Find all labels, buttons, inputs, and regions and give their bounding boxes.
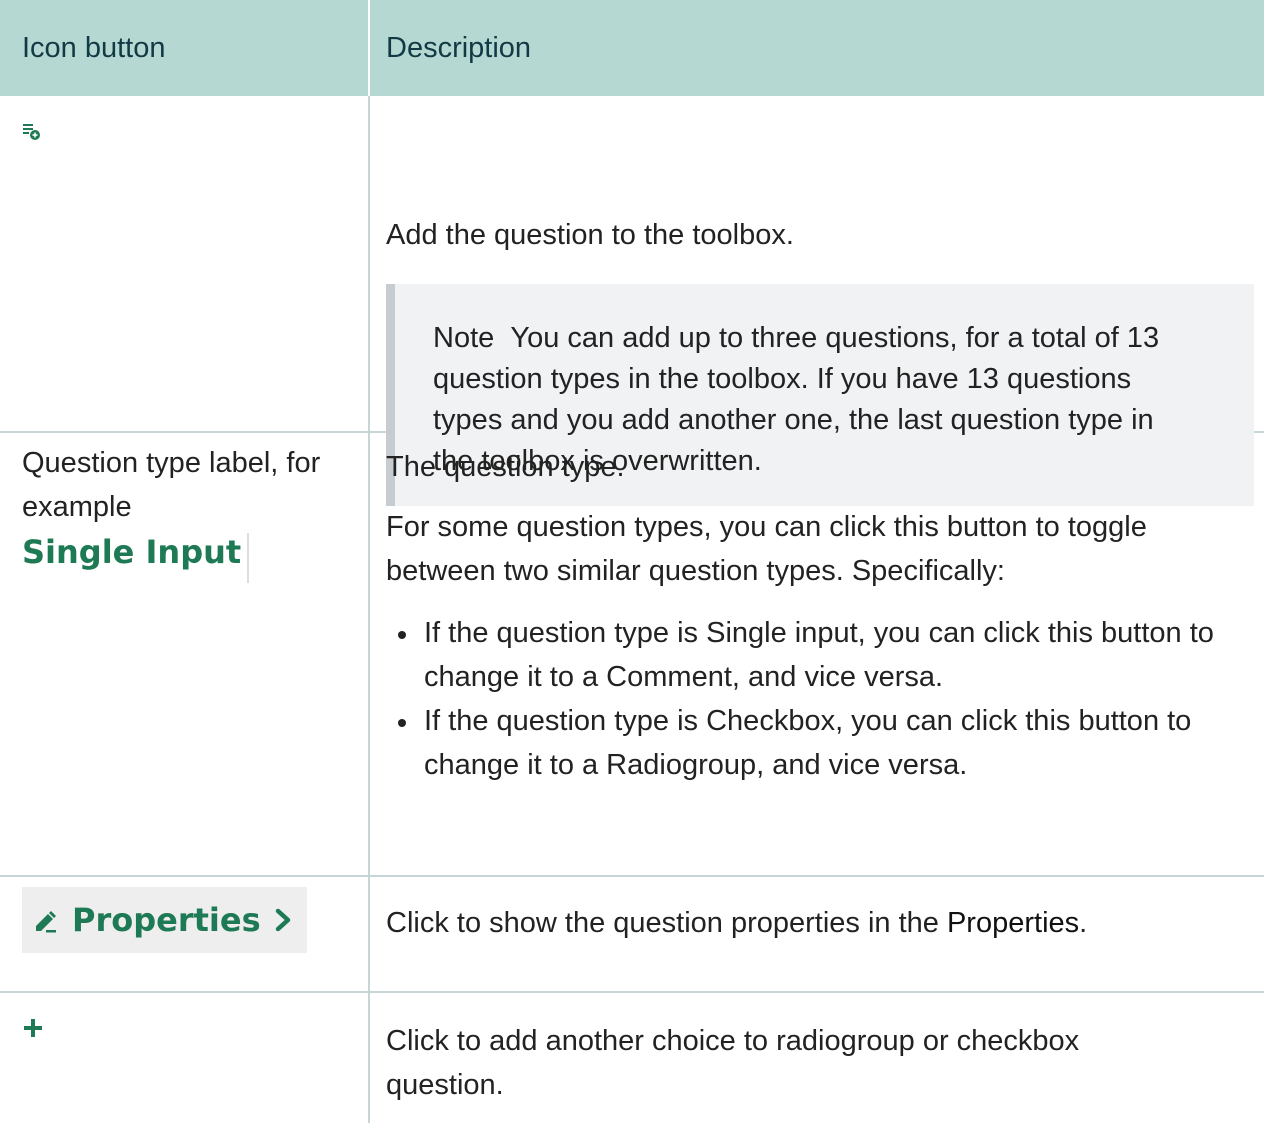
list-item: If the question type is Single input, yo… [398,611,1254,699]
table-row-add-choice: Click to add another choice to radiogrou… [0,993,1264,1123]
description-text-2: For some question types, you can click t… [386,511,1147,587]
icon-cell: Properties [0,877,370,991]
table-row-question-type: Question type label, for example Single … [0,433,1264,877]
properties-button[interactable]: Properties [22,887,307,953]
bullet-list: If the question type is Single input, yo… [386,611,1254,787]
list-add-icon[interactable] [22,122,42,147]
properties-link: Properties [946,907,1080,939]
properties-chip-label: Properties [72,901,261,939]
pencil-icon [32,906,60,934]
plus-icon[interactable] [22,1017,44,1044]
description-prefix: Click to show the question properties in… [386,907,947,939]
note-label: Note [433,322,495,354]
header-cell-icon-button: Icon button [0,0,370,96]
description-text: The question type. [386,451,625,483]
icon-cell [0,96,370,431]
table-row-properties: Properties Click to show the question pr… [0,877,1264,993]
icon-cell [0,993,370,1123]
description-cell: The question type. For some question typ… [370,433,1264,875]
chevron-right-icon [273,907,293,933]
description-text: Click to show the question properties in… [386,901,1254,945]
table-header-row: Icon button Description [0,0,1264,96]
icon-button-table: Icon button Description Add the question… [0,0,1264,1123]
description-text: Add the question to the toolbox. [386,219,794,251]
list-item: If the question type is Checkbox, you ca… [398,699,1254,787]
description-text: Click to add another choice to radiogrou… [386,1025,1080,1101]
single-input-chip[interactable]: Single Input [22,533,250,583]
question-type-label: Question type label, for example [22,447,321,523]
header-description-label: Description [386,31,532,64]
description-cell: Add the question to the toolbox. Note Yo… [370,96,1264,506]
description-cell: Click to show the question properties in… [370,877,1264,991]
header-cell-description: Description [370,0,1264,96]
label-cell: Question type label, for example Single … [0,433,370,875]
table-row-add-question: Add the question to the toolbox. Note Yo… [0,96,1264,506]
description-cell: Click to add another choice to radiogrou… [370,993,1264,1123]
header-icon-button-label: Icon button [22,31,166,64]
description-suffix: . [1079,907,1088,939]
